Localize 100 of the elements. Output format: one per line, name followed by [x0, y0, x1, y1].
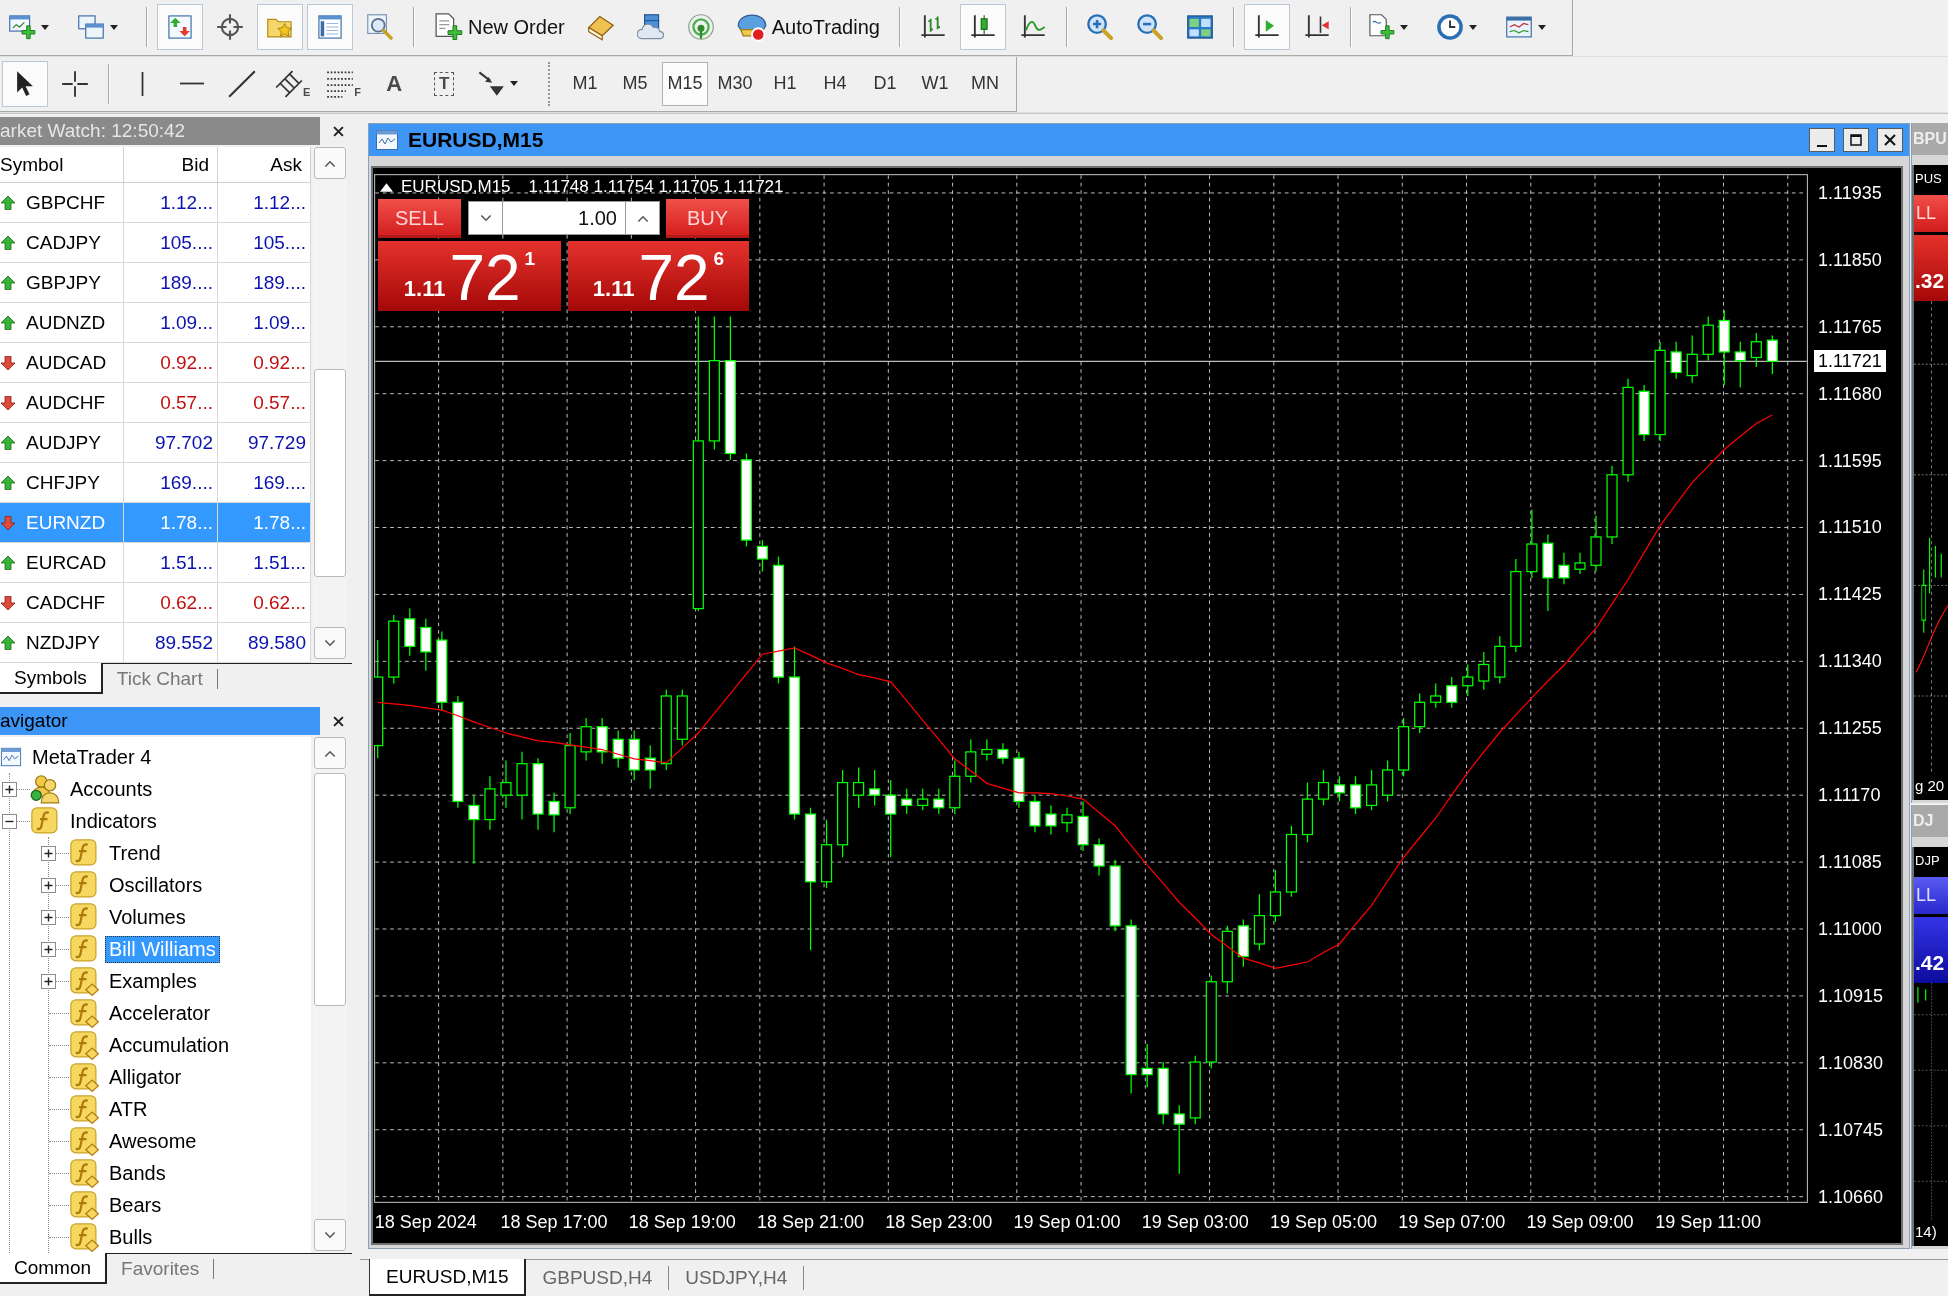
market-watch-button[interactable]: [157, 4, 203, 51]
chart-window[interactable]: BPU PUS LL .32 g 20: [1911, 123, 1948, 803]
plus-box-icon[interactable]: [2, 781, 17, 797]
panel-tab[interactable]: Symbols: [0, 663, 103, 694]
timeframe-button[interactable]: D1: [862, 61, 909, 106]
cursor-button[interactable]: [2, 60, 48, 107]
symbol-row[interactable]: GBPJPY 189.... 189....: [0, 263, 311, 303]
candlestick: [612, 730, 624, 769]
plus-box-icon[interactable]: [41, 845, 56, 861]
panel-tab[interactable]: Common: [0, 1253, 108, 1284]
symbol-row[interactable]: AUDJPY 97.702 97.729: [0, 423, 311, 463]
chevron-up-icon: [636, 214, 649, 222]
tree-item[interactable]: Trend: [105, 839, 165, 867]
text-label-button[interactable]: T: [421, 60, 468, 107]
symbol-row[interactable]: NZDJPY 89.552 89.580: [0, 623, 311, 663]
function-icon: [69, 934, 99, 964]
panel-tab[interactable]: Favorites: [107, 1259, 215, 1279]
maximize-button[interactable]: [1843, 128, 1869, 152]
scrollbar-thumb[interactable]: [314, 369, 346, 577]
symbol-row[interactable]: GBPCHF 1.12... 1.12...: [0, 183, 311, 223]
timeframe-button[interactable]: H4: [812, 61, 859, 106]
document-plus-icon: [433, 12, 463, 43]
tree-item[interactable]: Indicators: [66, 807, 161, 835]
crosshair-circle-icon: [216, 13, 244, 42]
timeframe-button[interactable]: M15: [662, 61, 709, 106]
channel-button[interactable]: E: [269, 60, 317, 107]
symbol-row[interactable]: AUDNZD 1.09... 1.09...: [0, 303, 311, 343]
timeframe-button[interactable]: M1: [562, 61, 609, 106]
tree-item[interactable]: MetaTrader 4: [28, 743, 156, 771]
tree-item[interactable]: ATR: [105, 1095, 152, 1123]
symbol-row[interactable]: AUDCHF 0.57... 0.57...: [0, 383, 311, 423]
symbol-row[interactable]: AUDCAD 0.92... 0.92...: [0, 343, 311, 383]
candlestick-button[interactable]: [959, 4, 1006, 51]
candlestick: [901, 788, 913, 815]
panel-title: arket Watch: 12:50:42: [0, 117, 320, 145]
scrollbar-track[interactable]: [313, 737, 347, 1253]
symbol-row[interactable]: CADJPY 105.... 105....: [0, 223, 311, 263]
channel-icon: [275, 69, 303, 98]
timeframe-button[interactable]: M5: [612, 61, 659, 106]
window-tab[interactable]: EURUSD,M15: [369, 1259, 527, 1296]
symbol-name: GBPJPY: [26, 271, 101, 294]
symbol-name: CADJPY: [26, 231, 101, 254]
candlestick: [500, 759, 512, 809]
tree-item[interactable]: Bulls: [105, 1223, 157, 1251]
triangle-icon[interactable]: [380, 182, 393, 192]
price-tick-label: 1.11850: [1818, 248, 1882, 271]
chart-symbol: EURUSD,M15: [401, 177, 511, 197]
panel-tab[interactable]: Tick Chart: [102, 669, 218, 689]
tree-item[interactable]: Accelerator: [105, 999, 215, 1027]
window-title: BPU: [1912, 123, 1948, 155]
tree-item[interactable]: Alligator: [105, 1063, 186, 1091]
close-icon: [1884, 134, 1896, 146]
symbol-row[interactable]: CADCHF 0.62... 0.62...: [0, 583, 311, 623]
caret-icon: [110, 24, 118, 30]
timeframe-button[interactable]: W1: [912, 61, 959, 106]
sell-price-button[interactable]: .32: [1914, 235, 1948, 301]
close-button[interactable]: [1877, 128, 1903, 152]
time-tick-label: 19 Sep 01:00: [1013, 1211, 1121, 1233]
lot-decrease-button[interactable]: [468, 201, 503, 235]
fibonacci-icon: [326, 69, 355, 98]
tree-item[interactable]: Examples: [105, 967, 201, 995]
tree-item[interactable]: Oscillators: [105, 871, 207, 899]
window-title: DJ: [1912, 805, 1948, 837]
plus-box-icon[interactable]: [41, 973, 56, 989]
window-tab[interactable]: USDJPY,H4: [669, 1266, 805, 1290]
fibonacci-button[interactable]: F: [320, 60, 368, 107]
symbol-row[interactable]: EURCAD 1.51... 1.51...: [0, 543, 311, 583]
tree-item[interactable]: Awesome: [105, 1127, 201, 1155]
crosshair-icon: [61, 69, 89, 98]
timeframe-button[interactable]: H1: [762, 61, 809, 106]
plus-box-icon[interactable]: [41, 909, 56, 925]
tree-item[interactable]: Bears: [105, 1191, 166, 1219]
time-tick-label: 18 Sep 23:00: [885, 1211, 993, 1233]
terminal-button[interactable]: [307, 4, 353, 51]
book-icon: [586, 13, 615, 42]
plus-box-icon[interactable]: [41, 941, 56, 957]
sell-price-button[interactable]: .42: [1914, 917, 1948, 983]
minimize-button[interactable]: [1809, 128, 1835, 152]
lot-field[interactable]: 1.00: [503, 201, 625, 235]
symbol-row[interactable]: CHFJPY 169.... 169....: [0, 463, 311, 503]
sell-button[interactable]: LL: [1914, 877, 1948, 914]
symbol-name: AUDJPY: [26, 431, 101, 454]
window-tab[interactable]: GBPUSD,H4: [526, 1266, 670, 1290]
timeframe-button[interactable]: M30: [712, 61, 759, 106]
minus-box-icon[interactable]: [2, 813, 17, 829]
tree-item[interactable]: Accounts: [66, 775, 157, 803]
text-button[interactable]: A: [371, 60, 418, 107]
scrollbar-thumb[interactable]: [314, 773, 346, 1006]
lot-increase-button[interactable]: [625, 201, 660, 235]
candlestick: [981, 738, 993, 762]
caret-icon: [510, 81, 519, 87]
auto-trading-button[interactable]: AutoTrading: [727, 4, 889, 51]
tree-item[interactable]: Volumes: [105, 903, 190, 931]
auto-scroll-button[interactable]: [1243, 4, 1290, 51]
plus-box-icon[interactable]: [41, 877, 56, 893]
tree-item[interactable]: Bands: [105, 1159, 170, 1187]
chart-window[interactable]: DJ DJP LL .42 14): [1911, 805, 1948, 1249]
new-order-button[interactable]: New Order: [424, 4, 574, 51]
tree-item[interactable]: Accumulation: [105, 1031, 234, 1059]
timeframe-button[interactable]: MN: [962, 61, 1009, 106]
